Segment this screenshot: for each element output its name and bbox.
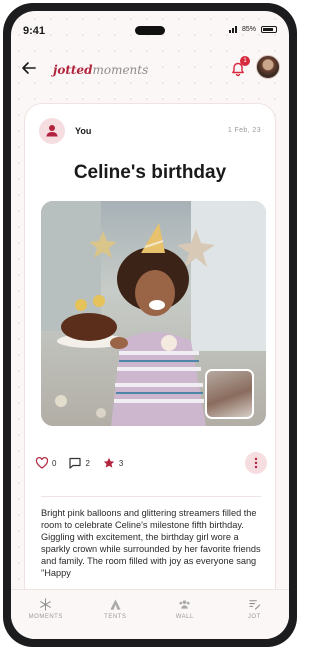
nav-label-wall: WALL — [175, 614, 194, 620]
camera-notch — [135, 26, 165, 35]
people-icon — [179, 600, 190, 609]
nav-label-tents: TENTS — [104, 614, 127, 620]
heart-icon — [35, 456, 49, 469]
app-header: jottedmoments 1 — [11, 51, 289, 87]
author-avatar — [39, 118, 65, 144]
snowflake-icon — [40, 598, 52, 611]
star-action[interactable]: 3 — [102, 456, 123, 470]
post-actions: 0 2 3 — [35, 452, 267, 474]
logo-moments: moments — [92, 63, 149, 77]
status-bar: 9:41 85% — [11, 11, 289, 45]
like-count: 0 — [52, 458, 57, 468]
back-arrow-icon[interactable] — [21, 60, 37, 76]
post-date: 1 Feb, 23 — [227, 127, 261, 134]
moment-card: You 1 Feb, 23 Celine's birthday 0 2 3 Br… — [24, 103, 276, 623]
bottom-nav: MOMENTS TENTS WALL JOT — [11, 589, 289, 639]
post-photo[interactable] — [41, 201, 266, 426]
kebab-menu-icon — [254, 457, 258, 469]
notification-badge: 1 — [240, 56, 250, 66]
person-icon — [46, 125, 58, 137]
like-action[interactable]: 0 — [35, 456, 56, 470]
more-options-button[interactable] — [245, 452, 267, 474]
nav-item-moments[interactable]: MOMENTS — [16, 598, 76, 639]
battery-icon — [261, 26, 277, 33]
comment-action[interactable]: 2 — [68, 456, 90, 470]
nav-item-wall[interactable]: WALL — [155, 598, 215, 639]
jot-icon — [249, 600, 260, 610]
phone-frame: 9:41 85% jottedmoments 1 You 1 Feb, 23 C… — [3, 3, 297, 647]
signal-icon — [228, 26, 237, 33]
app-logo: jottedmoments — [53, 63, 148, 77]
comment-count: 2 — [85, 458, 90, 468]
tent-icon — [110, 599, 121, 610]
star-icon — [103, 457, 115, 468]
divider — [41, 496, 261, 497]
nav-item-tents[interactable]: TENTS — [85, 598, 145, 639]
app-screen: 9:41 85% jottedmoments 1 You 1 Feb, 23 C… — [11, 11, 289, 639]
status-icons: 85% — [228, 26, 277, 33]
photo-thumbnail[interactable] — [205, 369, 254, 419]
author-name: You — [75, 126, 92, 136]
star-count: 3 — [118, 458, 124, 468]
post-title: Celine's birthday — [73, 162, 227, 183]
logo-jotted: jotted — [53, 63, 93, 77]
nav-label-jot: JOT — [247, 614, 261, 620]
nav-item-jot[interactable]: JOT — [224, 598, 284, 639]
status-time: 9:41 — [23, 25, 46, 37]
profile-avatar[interactable] — [256, 55, 280, 79]
comment-icon — [69, 457, 82, 469]
nav-label-moments: MOMENTS — [28, 614, 63, 620]
battery-percent: 85% — [241, 26, 256, 33]
